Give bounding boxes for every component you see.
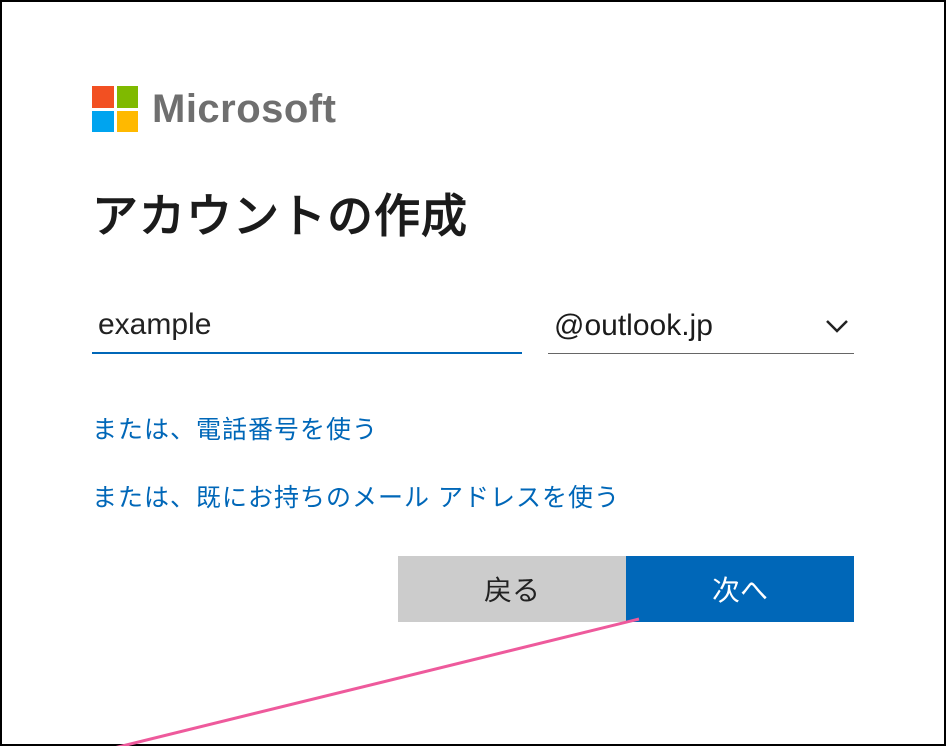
back-button[interactable]: 戻る [398,556,626,622]
chevron-down-icon [826,319,848,333]
new-email-input[interactable] [92,304,522,354]
use-phone-link[interactable]: または、電話番号を使う [92,410,378,446]
create-account-dialog: Microsoft アカウントの作成 @outlook.jp または、電話番号を… [0,0,946,746]
next-button[interactable]: 次へ [626,556,854,622]
action-buttons: 戻る 次へ [398,556,854,622]
domain-selected-label: @outlook.jp [554,309,713,343]
brand-name: Microsoft [152,87,337,132]
email-domain-select[interactable]: @outlook.jp [548,305,854,354]
page-title: アカウントの作成 [92,180,854,246]
email-input-row: @outlook.jp [92,304,854,354]
brand-row: Microsoft [92,86,854,132]
microsoft-logo-icon [92,86,138,132]
use-existing-email-link[interactable]: または、既にお持ちのメール アドレスを使う [92,478,620,514]
